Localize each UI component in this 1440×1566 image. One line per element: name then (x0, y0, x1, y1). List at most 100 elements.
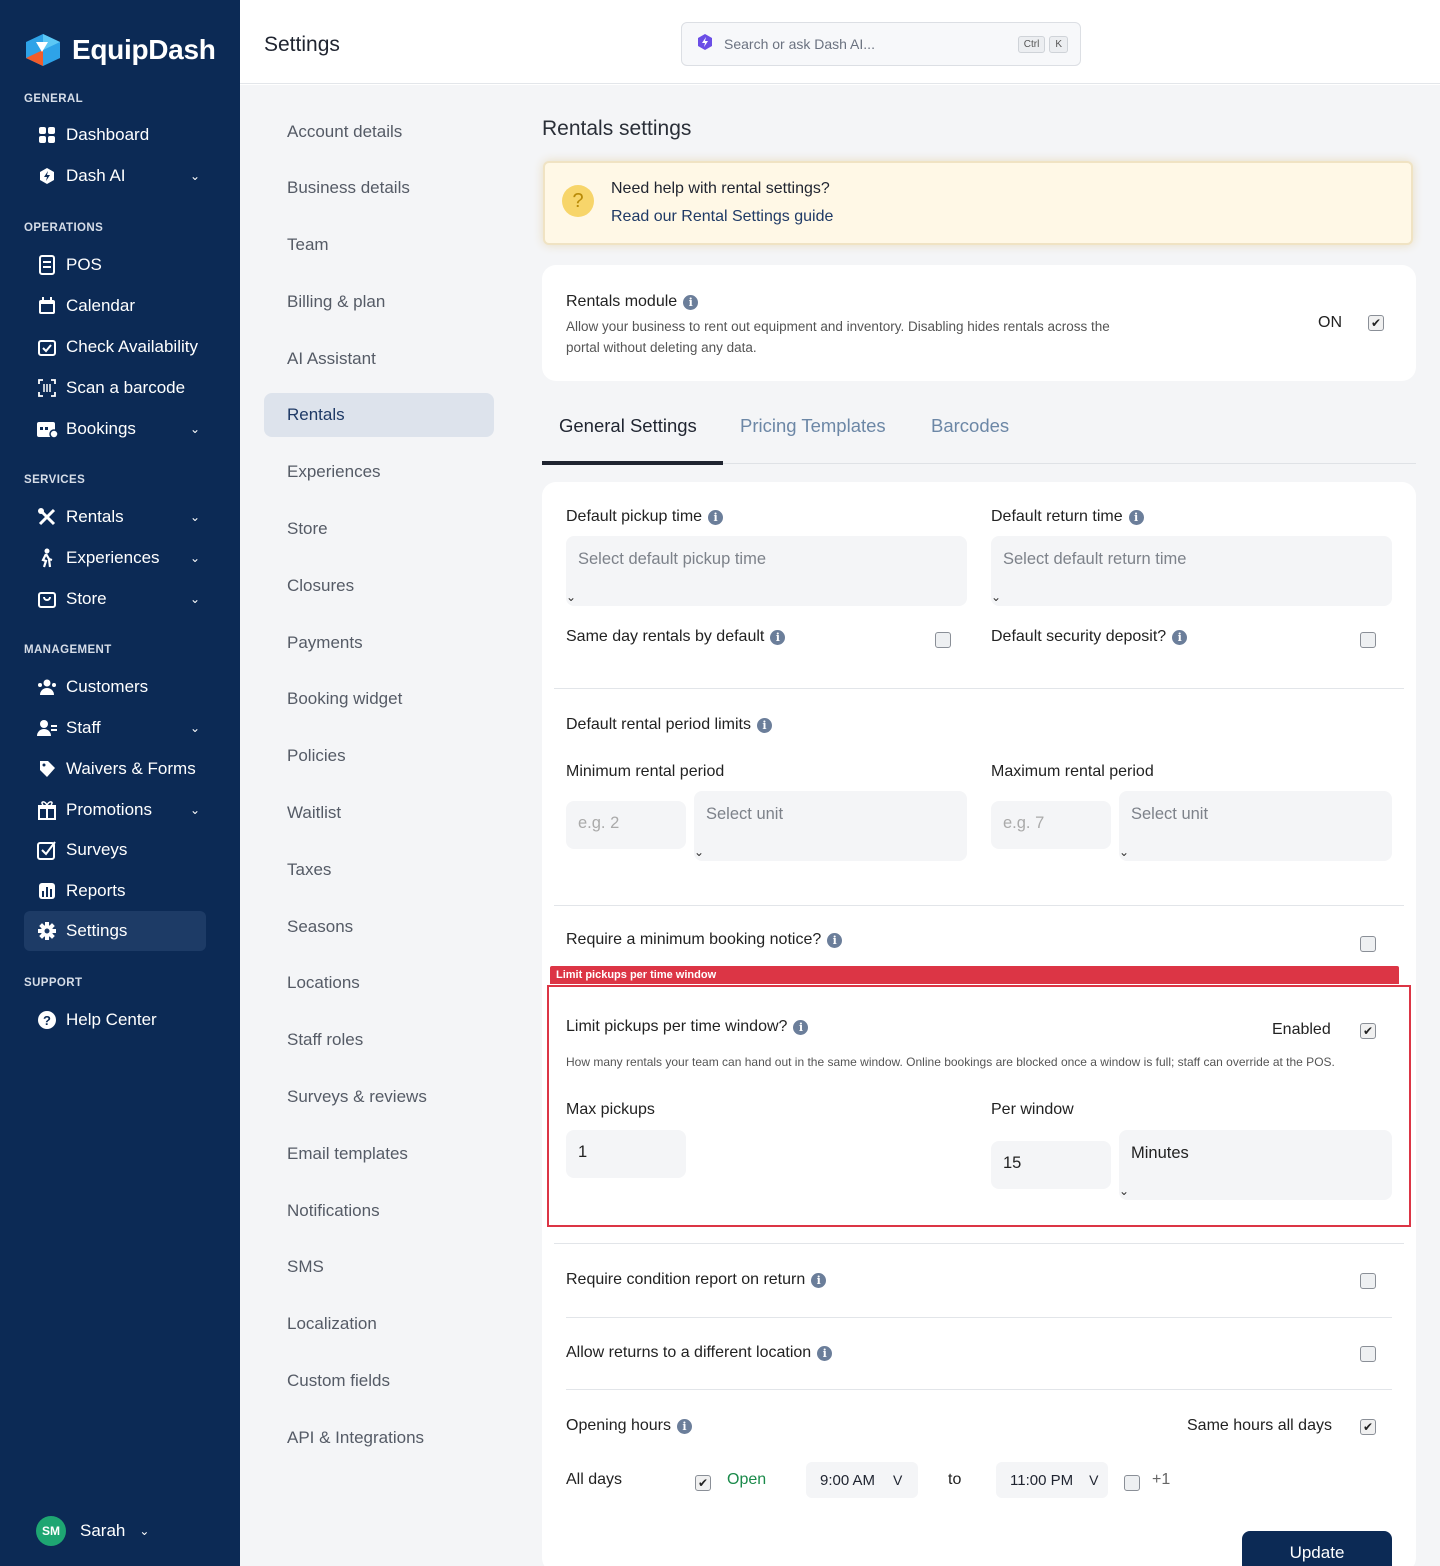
sidebar-item-promotions[interactable]: Promotions ⌄ (24, 790, 206, 830)
settings-nav-api-integrations[interactable]: API & Integrations (264, 1416, 494, 1460)
sidebar-item-customers[interactable]: Customers (24, 667, 206, 707)
same-day-checkbox[interactable] (935, 632, 951, 648)
max-period-input[interactable]: e.g. 7 (991, 801, 1111, 849)
sidebar-item-rentals[interactable]: Rentals ⌄ (24, 497, 206, 537)
settings-nav-experiences[interactable]: Experiences (264, 450, 494, 494)
max-pickups-input[interactable]: 1 (566, 1130, 686, 1178)
settings-nav-payments[interactable]: Payments (264, 621, 494, 665)
info-icon[interactable]: i (770, 629, 786, 645)
pickup-time-select[interactable]: Select default pickup time ⌄ (566, 536, 967, 606)
sidebar-item-experiences[interactable]: Experiences ⌄ (24, 538, 206, 578)
return-time-select[interactable]: Select default return time ⌄ (991, 536, 1392, 606)
settings-nav-account-details[interactable]: Account details (264, 110, 494, 154)
receipt-icon (36, 254, 58, 276)
settings-nav-seasons[interactable]: Seasons (264, 905, 494, 949)
per-window-unit-select[interactable]: Minutes ⌄ (1119, 1130, 1392, 1200)
help-guide-link[interactable]: Read our Rental Settings guide (611, 208, 833, 226)
search-bar[interactable]: Ctrl K (681, 22, 1081, 66)
period-limits-label: Default rental period limits i (566, 716, 772, 734)
settings-nav-email-templates[interactable]: Email templates (264, 1132, 494, 1176)
settings-nav-sms[interactable]: SMS (264, 1245, 494, 1289)
sidebar-item-staff[interactable]: Staff ⌄ (24, 708, 206, 748)
rentals-module-checkbox[interactable]: ✔ (1368, 315, 1384, 331)
update-button[interactable]: Update (1242, 1531, 1392, 1566)
sidebar-item-check-availability[interactable]: Check Availability (24, 327, 206, 367)
settings-nav-rentals[interactable]: Rentals (264, 393, 494, 437)
sidebar-item-settings[interactable]: Settings (24, 911, 206, 951)
section-services: SERVICES (24, 474, 86, 486)
same-hours-checkbox[interactable]: ✔ (1360, 1419, 1376, 1435)
sidebar-item-store[interactable]: Store ⌄ (24, 579, 206, 619)
returns-location-checkbox[interactable] (1360, 1346, 1376, 1362)
open-checkbox[interactable]: ✔ (695, 1475, 711, 1491)
settings-nav-ai-assistant[interactable]: AI Assistant (264, 337, 494, 381)
settings-nav-closures[interactable]: Closures (264, 564, 494, 608)
chevron-down-icon[interactable]: ⌄ (188, 721, 202, 735)
tab-pricing-templates[interactable]: Pricing Templates (740, 415, 886, 437)
settings-nav-taxes[interactable]: Taxes (264, 848, 494, 892)
pickup-placeholder: Select default pickup time (578, 550, 767, 568)
limit-pickups-label: Limit pickups per time window? i (566, 1018, 809, 1036)
open-time-select[interactable]: 9:00 AM V (806, 1462, 918, 1498)
info-icon[interactable]: i (811, 1272, 827, 1288)
info-icon[interactable]: i (683, 294, 699, 310)
settings-nav-billing-plan[interactable]: Billing & plan (264, 280, 494, 324)
chevron-down-icon[interactable]: ⌄ (188, 803, 202, 817)
min-unit-select[interactable]: Select unit ⌄ (694, 791, 967, 861)
sidebar-item-reports[interactable]: Reports (24, 871, 206, 911)
sidebar-item-waivers[interactable]: Waivers & Forms (24, 749, 206, 789)
chevron-down-icon[interactable]: ⌄ (188, 169, 202, 183)
info-icon[interactable]: i (1128, 509, 1144, 525)
info-icon[interactable]: i (793, 1019, 809, 1035)
tab-general-settings[interactable]: General Settings (559, 415, 697, 437)
sidebar-item-help-center[interactable]: ? Help Center (24, 1000, 206, 1040)
section-title: Rentals settings (542, 117, 692, 140)
settings-nav-booking-widget[interactable]: Booking widget (264, 677, 494, 721)
min-period-input[interactable]: e.g. 2 (566, 801, 686, 849)
search-input[interactable] (724, 36, 1014, 52)
deposit-checkbox[interactable] (1360, 632, 1376, 648)
brand-logo[interactable]: EquipDash (24, 32, 216, 68)
settings-nav-store[interactable]: Store (264, 507, 494, 551)
chevron-down-icon: ⌄ (566, 590, 577, 604)
sidebar-item-surveys[interactable]: Surveys (24, 830, 206, 870)
chevron-down-icon[interactable]: ⌄ (188, 510, 202, 524)
close-time-select[interactable]: 11:00 PM V (996, 1462, 1108, 1498)
sidebar-item-label: Promotions (66, 800, 152, 819)
sidebar-item-bookings[interactable]: Bookings ⌄ (24, 409, 206, 449)
condition-report-checkbox[interactable] (1360, 1273, 1376, 1289)
settings-nav-waitlist[interactable]: Waitlist (264, 791, 494, 835)
sidebar-item-pos[interactable]: POS (24, 245, 206, 285)
info-icon[interactable]: i (676, 1418, 692, 1434)
sidebar-item-calendar[interactable]: Calendar (24, 286, 206, 326)
info-icon[interactable]: i (817, 1345, 833, 1361)
settings-nav-team[interactable]: Team (264, 223, 494, 267)
settings-nav-notifications[interactable]: Notifications (264, 1189, 494, 1233)
chevron-down-icon[interactable]: ⌄ (188, 592, 202, 606)
info-icon[interactable]: i (756, 717, 772, 733)
settings-nav-surveys-reviews[interactable]: Surveys & reviews (264, 1075, 494, 1119)
chevron-down-icon[interactable]: ⌄ (188, 551, 202, 565)
settings-nav-locations[interactable]: Locations (264, 961, 494, 1005)
info-icon[interactable]: i (827, 932, 843, 948)
settings-nav-business-details[interactable]: Business details (264, 166, 494, 210)
tab-barcodes[interactable]: Barcodes (931, 415, 1009, 437)
booking-notice-checkbox[interactable] (1360, 936, 1376, 952)
sidebar-item-dashboard[interactable]: Dashboard (24, 115, 206, 155)
info-icon[interactable]: i (1172, 629, 1188, 645)
info-icon[interactable]: i (708, 509, 724, 525)
settings-nav-localization[interactable]: Localization (264, 1302, 494, 1346)
next-day-checkbox[interactable] (1124, 1475, 1140, 1491)
user-menu[interactable]: SM Sarah ⌄ (36, 1516, 149, 1546)
settings-nav-staff-roles[interactable]: Staff roles (264, 1018, 494, 1062)
per-window-input[interactable]: 15 (991, 1141, 1111, 1189)
sidebar-item-label: Reports (66, 881, 126, 900)
chevron-down-icon[interactable]: ⌄ (188, 422, 202, 436)
limit-enabled-checkbox[interactable]: ✔ (1360, 1023, 1376, 1039)
sidebar-item-scan-barcode[interactable]: Scan a barcode (24, 368, 206, 408)
max-unit-select[interactable]: Select unit ⌄ (1119, 791, 1392, 861)
divider (554, 1243, 1404, 1244)
sidebar-item-dash-ai[interactable]: Dash AI ⌄ (24, 156, 206, 196)
settings-nav-custom-fields[interactable]: Custom fields (264, 1359, 494, 1403)
settings-nav-policies[interactable]: Policies (264, 734, 494, 778)
